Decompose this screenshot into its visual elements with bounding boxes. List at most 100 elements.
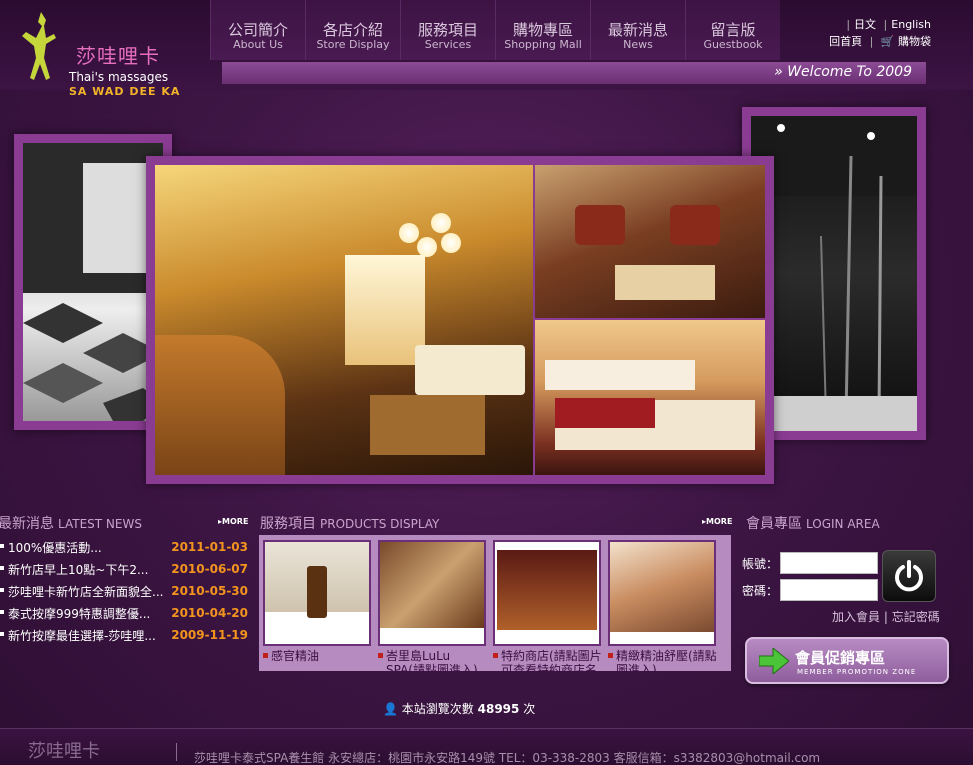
site-logo[interactable]: 莎哇哩卡 Thai's massages SA WAD DEE KA: [14, 6, 184, 98]
top-links: | 日文 | English 回首頁 | 🛒 購物袋: [829, 16, 931, 50]
news-item[interactable]: 新竹店早上10點~下午2... 2010-06-07: [0, 558, 250, 580]
news-item[interactable]: 莎哇哩卡新竹店全新面貌全... 2010-05-30: [0, 580, 250, 602]
news-item-date: 2011-01-03: [171, 540, 248, 554]
oil-bottle: [307, 566, 327, 618]
product-card[interactable]: 精緻精油舒壓(請點圖進入): [608, 540, 718, 673]
news-item-date: 2010-04-20: [171, 606, 248, 620]
visitor-label: 本站瀏覽次數: [401, 702, 474, 716]
bamboo-decor-image: [751, 116, 917, 431]
product-image[interactable]: [378, 540, 486, 646]
member-promo-button[interactable]: 會員促銷專區 MEMBER PROMOTION ZONE: [745, 637, 949, 684]
reception-desk: [155, 335, 285, 475]
nav-label-zh: 各店介紹: [322, 21, 383, 39]
lang-english-link[interactable]: English: [891, 18, 931, 31]
product-image[interactable]: [608, 540, 716, 646]
massage-bed: [545, 360, 695, 390]
lamp-light: [417, 237, 437, 257]
product-label: 特約商店(請點圖片可查看特約商店名: [493, 649, 603, 673]
news-item-date: 2009-11-19: [171, 628, 248, 642]
glass-panel: [345, 255, 425, 365]
home-link[interactable]: 回首頁: [829, 35, 862, 48]
welcome-bar: » Welcome To 2009: [222, 62, 926, 84]
main-gallery-photo: [146, 156, 774, 484]
nav-label-zh: 購物專區: [512, 21, 573, 39]
nav-label-en: Shopping Mall: [504, 38, 582, 51]
arrow-right-icon: [759, 648, 789, 674]
nav-store-display[interactable]: 各店介紹 Store Display: [305, 0, 400, 60]
product-label: 精緻精油舒壓(請點圖進入): [608, 649, 718, 673]
product-card[interactable]: 峇里島LuLu SPA(請點圖進入): [378, 540, 488, 673]
footer-brand: 莎哇哩卡: [28, 741, 100, 762]
nav-label-en: Services: [424, 38, 472, 51]
footer-contact: 莎哇哩卡泰式SPA養生館 永安總店：桃園市永安路149號 TEL：03-338-…: [194, 751, 821, 765]
product-image[interactable]: [493, 540, 601, 646]
sofa: [415, 345, 525, 395]
password-row: 密碼：: [742, 579, 879, 601]
news-more-link[interactable]: ▸MORE: [218, 517, 248, 526]
logo-tagline: SA WAD DEE KA: [69, 85, 181, 98]
news-item-date: 2010-06-07: [171, 562, 248, 576]
news-item[interactable]: 新竹按摩最佳選擇-莎哇哩... 2009-11-19: [0, 624, 250, 646]
welcome-label: Welcome To 2009: [787, 64, 912, 80]
promo-label: 會員促銷專區: [795, 649, 886, 667]
nav-label-en: Guestbook: [703, 38, 763, 51]
products-grid: 感官精油 峇里島LuLu SPA(請點圖進入) 特約商店(請點圖片可查看特約商店…: [259, 535, 731, 673]
promo-label-en: MEMBER PROMOTION ZONE: [797, 668, 917, 676]
news-section-title: 最新消息 LATEST NEWS: [0, 513, 142, 533]
visitor-count: 48995: [477, 702, 520, 716]
product-label: 峇里島LuLu SPA(請點圖進入): [378, 649, 488, 673]
news-item-title: 新竹店早上10點~下午2...: [0, 561, 165, 578]
news-more-label: MORE: [222, 517, 249, 526]
account-label: 帳號：: [742, 556, 779, 571]
rug: [615, 265, 715, 300]
red-chair: [670, 205, 720, 245]
nav-label-en: Store Display: [316, 38, 390, 51]
product-image[interactable]: [263, 540, 371, 646]
news-item[interactable]: 泰式按摩999特惠調整優... 2010-04-20: [0, 602, 250, 624]
login-links: 加入會員 | 忘記密碼: [832, 610, 940, 624]
separator: |: [869, 35, 874, 48]
massage-photo: [380, 542, 484, 628]
lamp-light: [441, 233, 461, 253]
news-item[interactable]: 100%優惠活動... 2011-01-03: [0, 536, 250, 558]
products-more-label: MORE: [706, 517, 733, 526]
separator: |: [883, 18, 888, 31]
forgot-password-link[interactable]: 忘記密碼: [892, 610, 940, 624]
login-section-title: 會員專區 LOGIN AREA: [746, 513, 880, 533]
join-member-link[interactable]: 加入會員: [832, 610, 880, 624]
news-item-date: 2010-05-30: [171, 584, 248, 598]
nav-label-en: About Us: [233, 38, 283, 51]
password-label: 密碼：: [742, 583, 779, 598]
nav-shopping-mall[interactable]: 購物專區 Shopping Mall: [495, 0, 590, 60]
account-input[interactable]: [780, 552, 879, 574]
visitor-counter: 👤 本站瀏覽次數 48995 次: [383, 700, 535, 717]
nav-about-us[interactable]: 公司簡介 About Us: [210, 0, 305, 60]
login-title-zh: 會員專區: [746, 516, 802, 532]
news-item-title: 100%優惠活動...: [0, 539, 165, 556]
site-header: 莎哇哩卡 Thai's massages SA WAD DEE KA 公司簡介 …: [0, 0, 973, 98]
nav-news[interactable]: 最新消息 News: [590, 0, 685, 60]
nav-label-zh: 公司簡介: [227, 21, 288, 39]
nav-label-zh: 最新消息: [607, 21, 668, 39]
store-entrance-image: [23, 143, 163, 421]
nav-services[interactable]: 服務項目 Services: [400, 0, 495, 60]
news-item-title: 莎哇哩卡新竹店全新面貌全...: [0, 583, 165, 600]
logo-chinese-name: 莎哇哩卡: [76, 44, 160, 68]
wicker-table: [370, 395, 485, 455]
nav-label-en: News: [623, 38, 653, 51]
red-towel: [555, 398, 655, 428]
products-section-title: 服務項目 PRODUCTS DISPLAY: [260, 513, 439, 533]
site-footer: 莎哇哩卡 莎哇哩卡泰式SPA養生館 永安總店：桃園市永安路149號 TEL：03…: [0, 728, 973, 765]
red-chair: [575, 205, 625, 245]
product-card[interactable]: 感官精油: [263, 540, 373, 666]
floor-pattern: [23, 143, 163, 421]
cart-link[interactable]: 購物袋: [898, 35, 931, 48]
product-card[interactable]: 特約商店(請點圖片可查看特約商店名: [493, 540, 603, 673]
products-more-link[interactable]: ▸MORE: [702, 517, 732, 526]
bamboo-plants: [751, 116, 917, 431]
nav-guestbook[interactable]: 留言版 Guestbook: [685, 0, 780, 60]
footer-divider: [176, 743, 177, 761]
login-button[interactable]: [882, 550, 936, 602]
password-input[interactable]: [780, 579, 879, 601]
lang-japanese-link[interactable]: 日文: [854, 18, 876, 31]
